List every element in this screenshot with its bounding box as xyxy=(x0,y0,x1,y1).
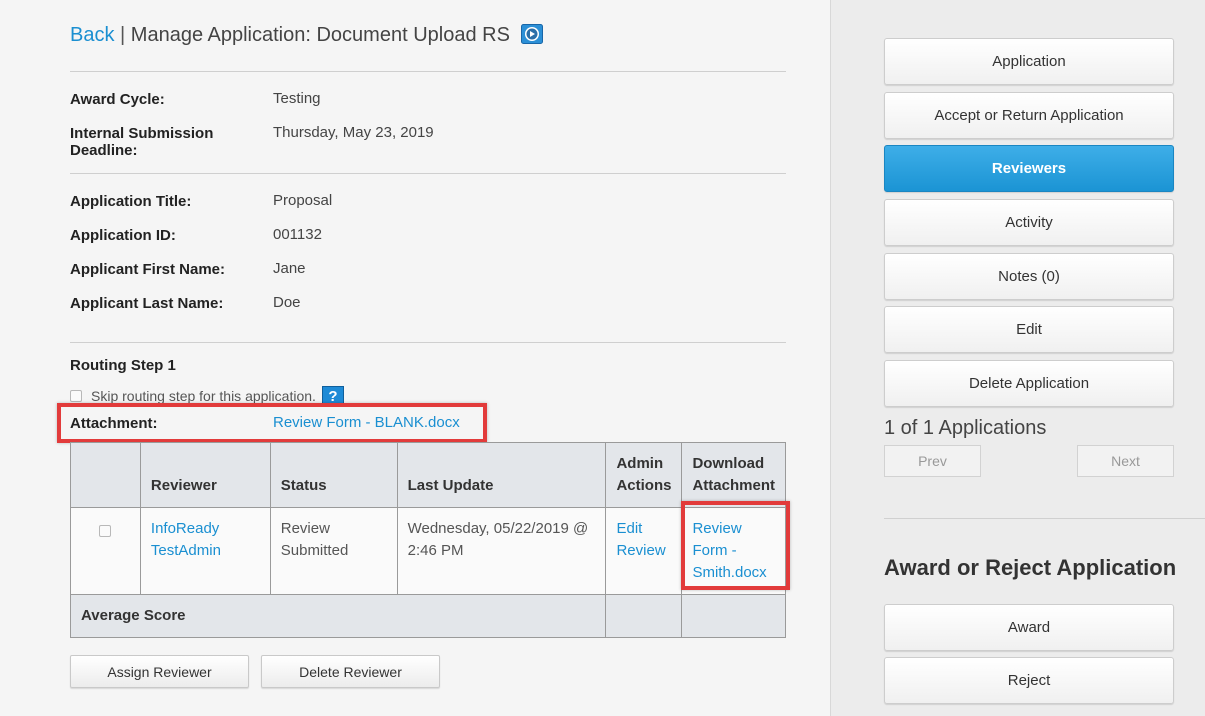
award-button[interactable]: Award xyxy=(884,604,1174,651)
first-name-value: Jane xyxy=(273,260,306,277)
sidebar-button-accept-return[interactable]: Accept or Return Application xyxy=(884,92,1174,139)
sidebar-button-application[interactable]: Application xyxy=(884,38,1174,85)
sidebar-divider xyxy=(884,518,1205,519)
title-separator: | xyxy=(120,24,126,46)
award-cycle-value: Testing xyxy=(273,90,321,107)
award-section-title: Award or Reject Application xyxy=(884,555,1177,580)
next-button[interactable]: Next xyxy=(1077,445,1174,477)
skip-routing-checkbox[interactable] xyxy=(70,390,82,402)
routing-step-heading: Routing Step 1 xyxy=(70,357,176,374)
play-video-icon[interactable] xyxy=(521,24,544,44)
status-cell: Review Submitted xyxy=(269,507,398,595)
page-title: Back | Manage Application: Document Uplo… xyxy=(70,24,544,47)
sidebar: Application Accept or Return Application… xyxy=(830,0,1205,716)
attachment-link[interactable]: Review Form - BLANK.docx xyxy=(273,414,460,431)
table-header-row: Reviewer Status Last Update Admin Action… xyxy=(70,442,786,508)
reviewers-table: Reviewer Status Last Update Admin Action… xyxy=(69,442,786,638)
sidebar-button-delete-application[interactable]: Delete Application xyxy=(884,360,1174,407)
edit-review-link[interactable]: Edit Review xyxy=(616,520,665,559)
reject-button[interactable]: Reject xyxy=(884,657,1174,704)
column-header-admin-actions: Admin Actions xyxy=(605,442,683,508)
column-header-status: Status xyxy=(269,442,398,508)
back-link[interactable]: Back xyxy=(70,24,114,46)
column-header-select xyxy=(70,442,141,508)
last-update-cell: Wednesday, 05/22/2019 @ 2:46 PM xyxy=(396,507,607,595)
sidebar-button-edit[interactable]: Edit xyxy=(884,306,1174,353)
assign-reviewer-button[interactable]: Assign Reviewer xyxy=(70,655,249,688)
application-title-label: Application Title: xyxy=(70,193,192,210)
column-header-last-update: Last Update xyxy=(396,442,607,508)
delete-reviewer-button[interactable]: Delete Reviewer xyxy=(261,655,440,688)
last-name-value: Doe xyxy=(273,294,301,311)
application-id-value: 001132 xyxy=(273,226,322,243)
divider xyxy=(70,342,786,343)
row-select-cell xyxy=(70,507,141,595)
average-score-label: Average Score xyxy=(69,594,607,638)
last-name-label: Applicant Last Name: xyxy=(70,295,224,312)
average-score-row: Average Score xyxy=(69,594,786,638)
column-header-download: Download Attachment xyxy=(681,442,786,508)
deadline-value: Thursday, May 23, 2019 xyxy=(273,124,434,141)
admin-actions-cell: Edit Review xyxy=(605,507,683,595)
prev-button[interactable]: Prev xyxy=(884,445,981,477)
row-select-checkbox[interactable] xyxy=(99,525,112,537)
application-title-value: Proposal xyxy=(273,192,333,209)
first-name-label: Applicant First Name: xyxy=(70,261,226,278)
award-cycle-label: Award Cycle: xyxy=(70,91,165,108)
column-header-reviewer: Reviewer xyxy=(139,442,271,508)
application-id-label: Application ID: xyxy=(70,227,176,244)
sidebar-button-reviewers[interactable]: Reviewers xyxy=(884,145,1174,192)
divider xyxy=(70,71,786,72)
divider xyxy=(70,173,786,174)
sidebar-button-activity[interactable]: Activity xyxy=(884,199,1174,246)
attachment-label: Attachment: xyxy=(70,415,158,432)
download-highlight xyxy=(681,501,790,590)
page-title-text: Manage Application: Document Upload RS xyxy=(130,24,510,46)
average-score-empty xyxy=(605,594,683,638)
average-score-empty xyxy=(681,594,786,638)
skip-routing-label: Skip routing step for this application. xyxy=(91,388,316,404)
application-count: 1 of 1 Applications xyxy=(884,417,1047,439)
sidebar-button-notes[interactable]: Notes (0) xyxy=(884,253,1174,300)
reviewer-link[interactable]: InfoReady TestAdmin xyxy=(151,520,221,559)
reviewer-cell: InfoReady TestAdmin xyxy=(139,507,271,595)
main-content: Back | Manage Application: Document Uplo… xyxy=(0,0,830,716)
deadline-label: Internal Submission Deadline: xyxy=(70,125,214,159)
table-row: InfoReady TestAdmin Review Submitted Wed… xyxy=(70,507,786,595)
